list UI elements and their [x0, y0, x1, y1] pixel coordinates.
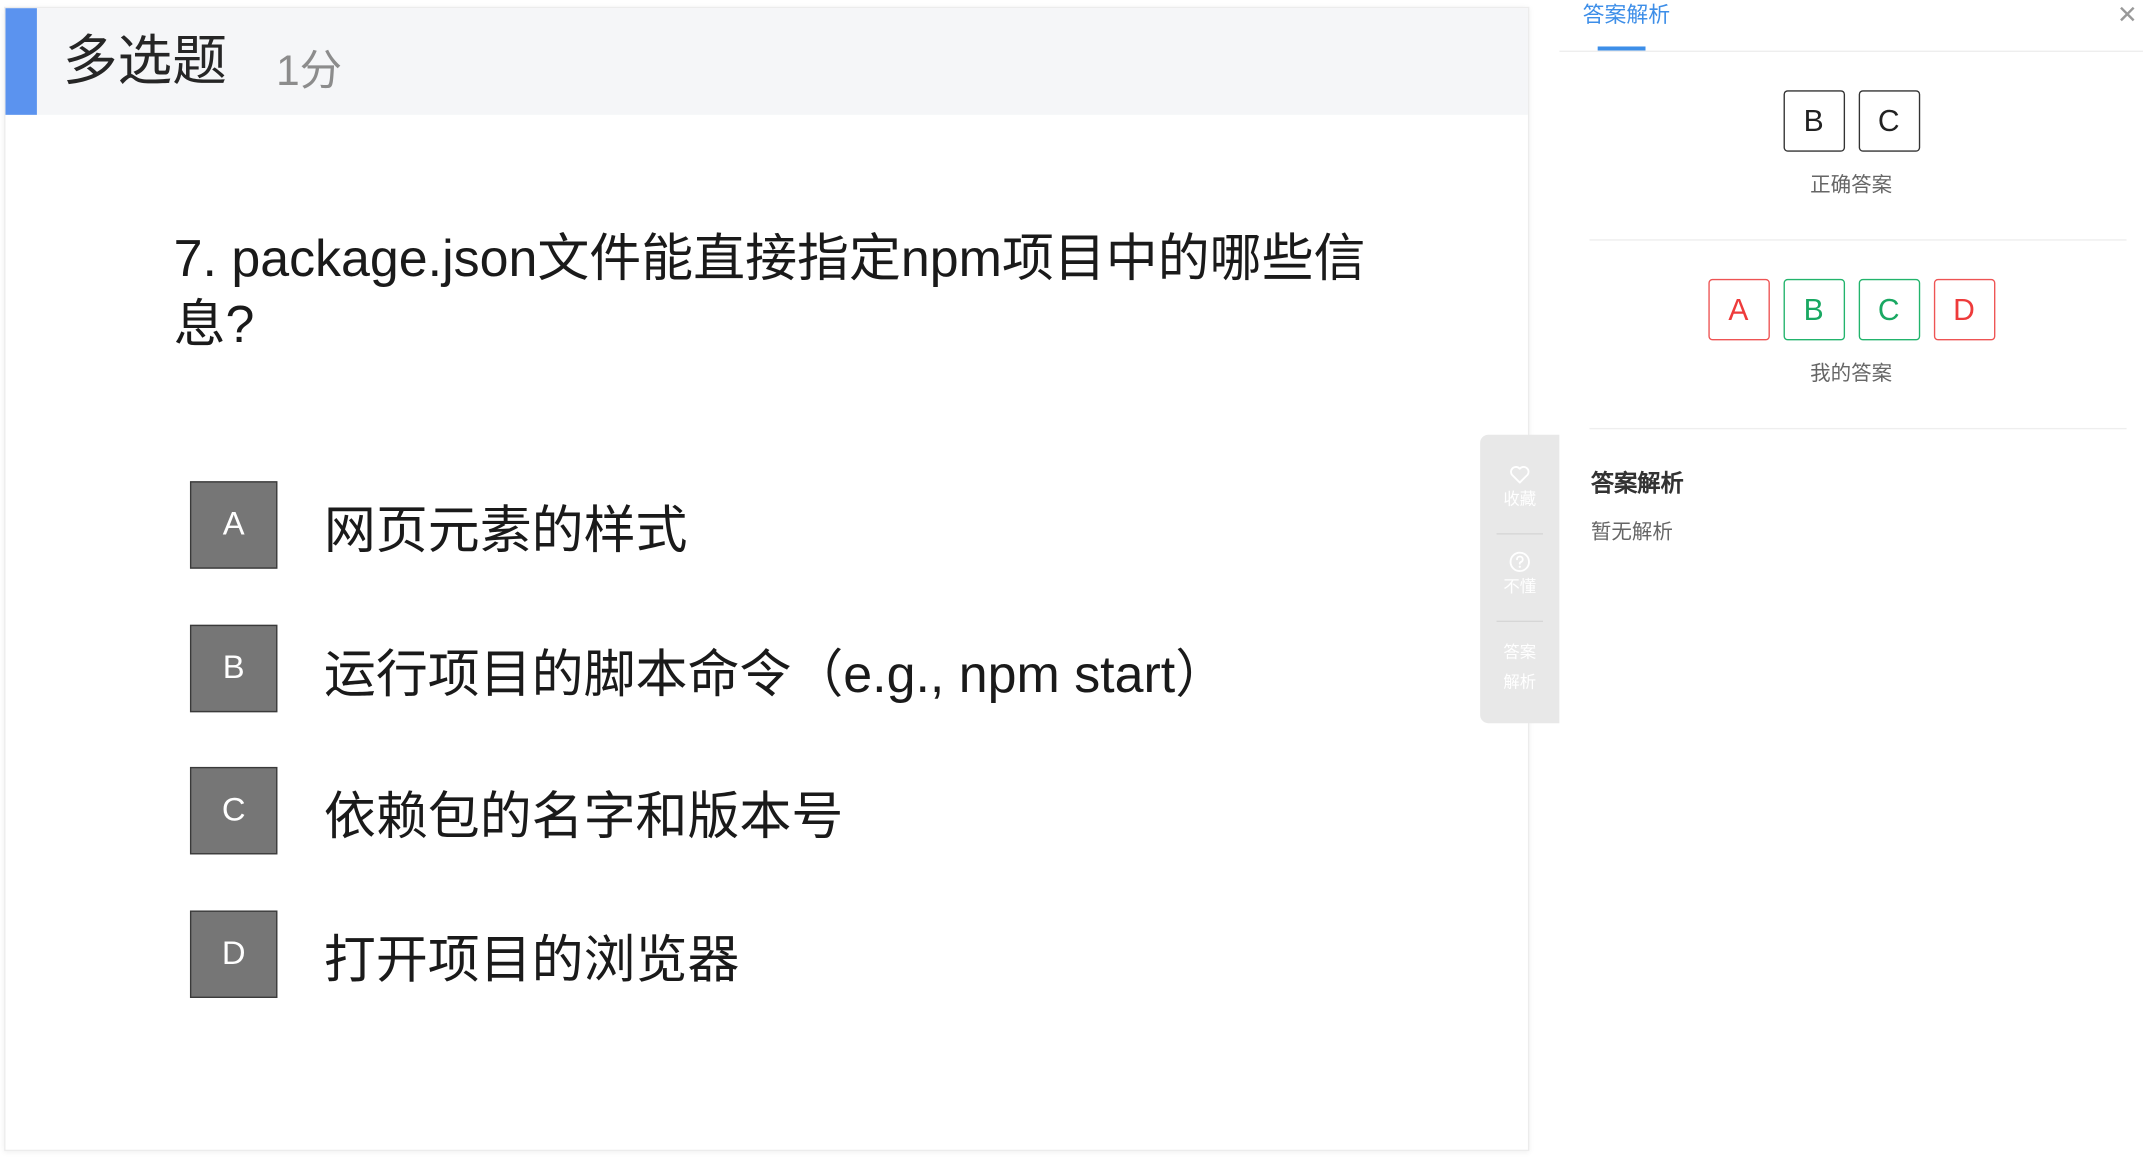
my-answer-a: A — [1707, 278, 1770, 341]
question-type-label: 多选题 — [62, 31, 227, 92]
option-c[interactable]: C 依赖包的名字和版本号 — [189, 766, 844, 855]
correct-answer-row: B C — [1559, 90, 2143, 152]
analysis-side-button[interactable]: 答案 解析 — [1480, 637, 1559, 697]
my-answer-caption: 我的答案 — [1810, 362, 1893, 386]
my-answer-d: D — [1933, 278, 1995, 341]
analysis-body: 暂无解析 — [1590, 520, 1673, 545]
side-toolbar: 收藏 不懂 答案 解析 — [1480, 434, 1560, 724]
question-card: 多选题 1分 7. package.json文件能直接指定npm项目中的哪些信息… — [4, 6, 1530, 1152]
header-accent-bar — [5, 8, 37, 115]
option-letter: A — [189, 481, 278, 569]
favorite-label: 收藏 — [1503, 489, 1537, 509]
question-icon — [1509, 551, 1530, 573]
option-text: 依赖包的名字和版本号 — [323, 788, 844, 846]
correct-answer-c: C — [1858, 90, 1920, 152]
tab-answer-analysis[interactable]: 答案解析 — [1583, 3, 1670, 30]
correct-answer-caption: 正确答案 — [1810, 173, 1893, 197]
question-stem: 7. package.json文件能直接指定npm项目中的哪些信息? — [173, 231, 1366, 355]
option-text: 运行项目的脚本命令（e.g., npm start） — [323, 645, 1228, 704]
analysis-side-label-line1: 答案 — [1503, 642, 1537, 662]
option-b[interactable]: B 运行项目的脚本命令（e.g., npm start） — [189, 624, 1228, 713]
not-understand-button[interactable]: 不懂 — [1480, 550, 1559, 596]
panel-divider — [1589, 427, 2127, 430]
correct-answer-b: B — [1782, 90, 1845, 152]
question-score: 1分 — [276, 46, 343, 95]
toolbar-divider — [1496, 620, 1544, 623]
option-text: 网页元素的样式 — [323, 502, 688, 560]
tabs-divider — [1559, 50, 2143, 52]
analysis-side-label-line2: 解析 — [1503, 672, 1537, 692]
option-letter: D — [189, 910, 278, 998]
option-d[interactable]: D 打开项目的浏览器 — [189, 910, 740, 998]
my-answer-row: A B C D — [1559, 278, 2143, 341]
option-a[interactable]: A 网页元素的样式 — [189, 481, 688, 569]
my-answer-c: C — [1858, 278, 1920, 341]
not-understand-label: 不懂 — [1503, 576, 1537, 597]
question-header: 多选题 1分 — [5, 8, 1528, 115]
panel-divider — [1589, 239, 2127, 241]
page: 多选题 1分 7. package.json文件能直接指定npm项目中的哪些信息… — [0, 0, 2143, 1162]
analysis-title: 答案解析 — [1590, 470, 1684, 497]
toolbar-divider — [1496, 533, 1544, 535]
answer-panel: 答案解析 ✕ B C 正确答案 A B C D 我的答案 答案解析 暂无解析 — [1559, 0, 2143, 1162]
option-text: 打开项目的浏览器 — [323, 931, 740, 990]
favorite-button[interactable]: 收藏 — [1480, 462, 1559, 509]
option-letter: B — [189, 624, 278, 713]
heart-icon — [1510, 466, 1530, 484]
option-letter: C — [189, 766, 278, 855]
my-answer-b: B — [1782, 278, 1845, 341]
close-icon[interactable]: ✕ — [2117, 3, 2139, 28]
